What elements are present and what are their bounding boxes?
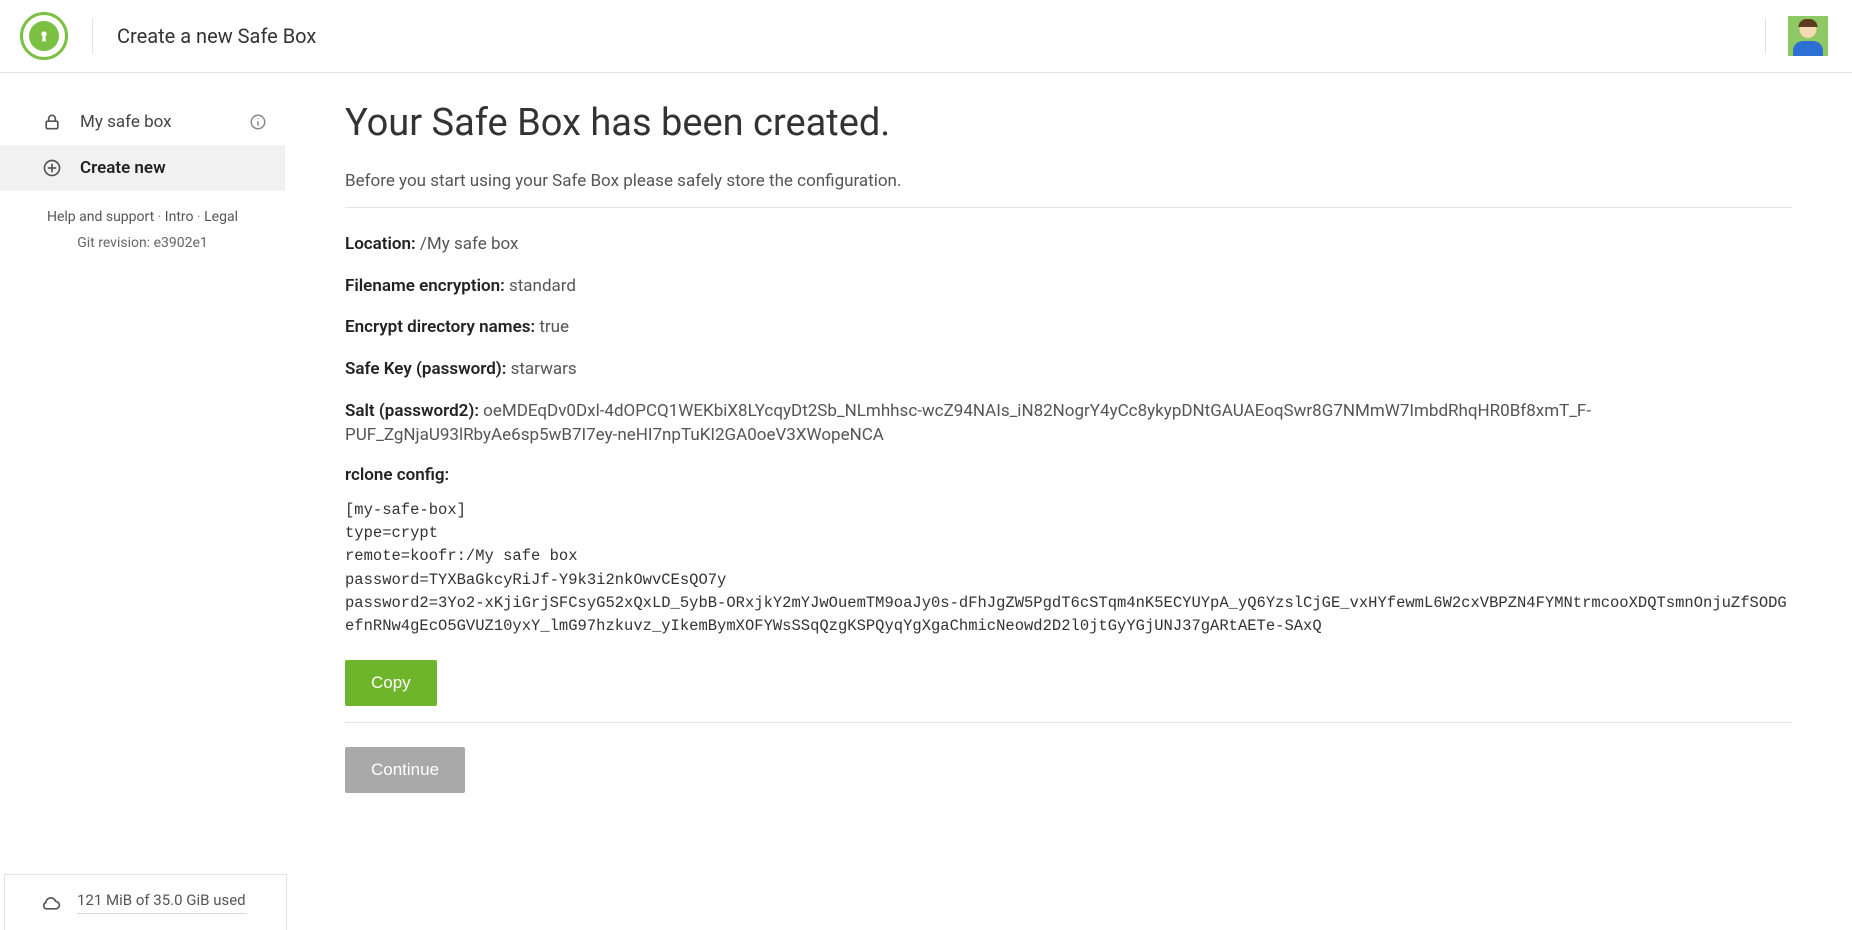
lock-icon	[42, 112, 62, 132]
continue-button[interactable]: Continue	[345, 747, 465, 793]
copy-button[interactable]: Copy	[345, 660, 437, 706]
kv-value: /My safe box	[420, 234, 519, 254]
header-divider	[92, 18, 93, 54]
footer-link-legal[interactable]: Legal	[204, 209, 238, 225]
kv-value: oeMDEqDv0Dxl-4dOPCQ1WEKbiX8LYcqyDt2Sb_NL…	[345, 401, 1591, 446]
avatar[interactable]	[1788, 16, 1828, 56]
separator	[345, 722, 1792, 723]
plus-circle-icon	[42, 158, 62, 178]
sidebar-item-my-safe-box[interactable]: My safe box	[0, 99, 285, 145]
keyhole-icon	[29, 21, 59, 51]
rclone-config-value: [my-safe-box] type=crypt remote=koofr:/M…	[345, 499, 1792, 639]
config-details: Location: /My safe box Filename encrypti…	[345, 232, 1792, 448]
kv-label: Location:	[345, 234, 416, 254]
header-right	[1765, 16, 1828, 56]
footer-link-help[interactable]: Help and support	[47, 209, 154, 225]
kv-label: Safe Key (password):	[345, 359, 506, 379]
separator	[345, 207, 1792, 208]
kv-location: Location: /My safe box	[345, 232, 1792, 257]
footer-link-intro[interactable]: Intro	[165, 209, 194, 225]
kv-encrypt-dir: Encrypt directory names: true	[345, 315, 1792, 340]
app-header: Create a new Safe Box	[0, 0, 1852, 73]
kv-safekey: Safe Key (password): starwars	[345, 357, 1792, 382]
kv-label: Salt (password2):	[345, 401, 479, 421]
page-title: Your Safe Box has been created.	[345, 101, 1792, 145]
kv-value: true	[539, 317, 569, 337]
sidebar: My safe box Create new Help and support …	[0, 73, 285, 930]
sidebar-item-label: Create new	[80, 158, 166, 178]
footer-links: Help and support · Intro · Legal	[47, 209, 238, 225]
kv-label: Encrypt directory names:	[345, 317, 535, 337]
header-divider	[1765, 18, 1766, 54]
kv-salt: Salt (password2): oeMDEqDv0Dxl-4dOPCQ1WE…	[345, 399, 1792, 448]
sidebar-footer: Help and support · Intro · Legal Git rev…	[0, 209, 285, 251]
git-revision: Git revision: e3902e1	[77, 235, 208, 251]
cloud-icon	[41, 893, 61, 913]
app-logo[interactable]	[20, 12, 68, 60]
rclone-config-label: rclone config:	[345, 465, 1792, 485]
page-subtitle: Before you start using your Safe Box ple…	[345, 171, 1792, 191]
kv-label: Filename encryption:	[345, 276, 505, 296]
revision-value: e3902e1	[154, 235, 208, 251]
header-left: Create a new Safe Box	[20, 12, 316, 60]
kv-value: starwars	[511, 359, 577, 379]
main-content: Your Safe Box has been created. Before y…	[285, 73, 1852, 930]
storage-text: 121 MiB of 35.0 GiB used	[77, 891, 247, 914]
sidebar-item-label: My safe box	[80, 112, 172, 132]
page-header-title: Create a new Safe Box	[117, 24, 316, 48]
sidebar-item-create-new[interactable]: Create new	[0, 145, 285, 191]
revision-label: Git revision:	[77, 235, 150, 251]
kv-filename-encryption: Filename encryption: standard	[345, 274, 1792, 299]
kv-value: standard	[509, 276, 576, 296]
info-icon[interactable]	[249, 113, 267, 131]
storage-widget[interactable]: 121 MiB of 35.0 GiB used	[4, 874, 287, 930]
